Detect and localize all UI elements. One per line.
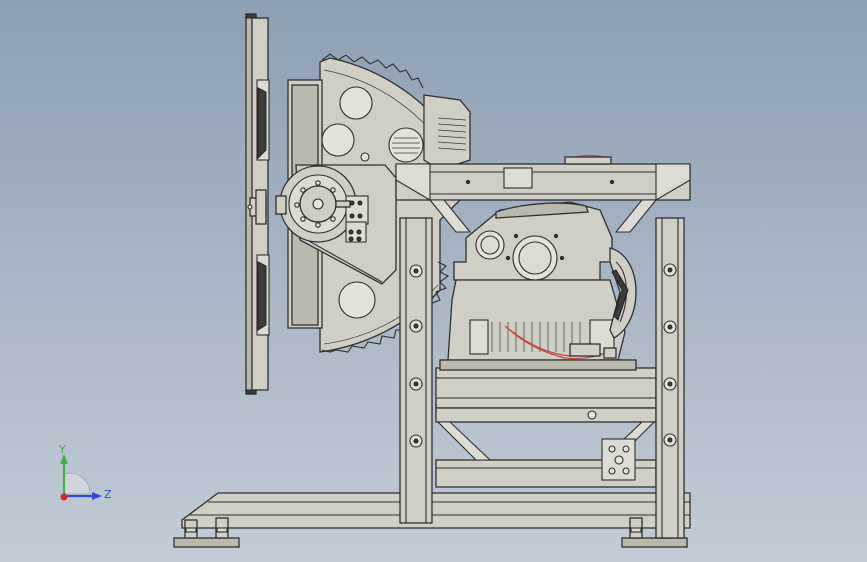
cad-viewport[interactable]: Y Z [0, 0, 867, 562]
orientation-triad[interactable]: Y Z [50, 440, 120, 510]
terminal-block [601, 438, 636, 481]
base-beam [181, 492, 691, 529]
y-axis-label: Y [58, 443, 66, 456]
base-foot-right [621, 537, 688, 548]
right-column [655, 217, 685, 539]
base-foot-left [173, 537, 240, 548]
rotary-table[interactable] [245, 13, 270, 395]
triad-plane-icon [63, 472, 91, 495]
z-axis-label: Z [104, 488, 112, 501]
origin-point-icon [60, 493, 68, 501]
welding-positioner-model[interactable] [0, 0, 867, 562]
left-column [399, 217, 433, 524]
z-axis-arrowhead [92, 492, 102, 500]
drive-motor [439, 201, 637, 371]
